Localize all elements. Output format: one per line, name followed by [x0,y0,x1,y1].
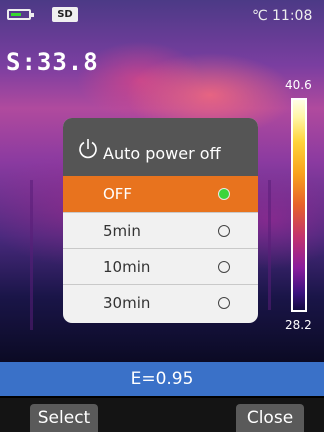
option-label: 30min [103,294,151,312]
power-icon [79,139,97,159]
option-off[interactable]: OFF [63,176,258,212]
select-button[interactable]: Select [30,404,98,432]
dialog-title: Auto power off [103,144,221,163]
battery-level [11,13,21,16]
close-button[interactable]: Close [236,404,304,432]
camera-screen: SD ℃ 11:08 S:33.8 40.6 28.2 Auto power o… [0,0,324,432]
option-5min[interactable]: 5min [63,212,258,248]
dialog-header: Auto power off [63,118,258,176]
radio-unselected[interactable] [218,225,230,237]
option-label: OFF [103,185,133,203]
auto-power-off-dialog: Auto power off OFF 5min 10min 30min [63,118,258,323]
radio-selected[interactable] [218,188,230,200]
radio-unselected[interactable] [218,297,230,309]
scale-max-value: 40.6 [285,78,312,92]
emissivity-readout: E=0.95 [0,362,324,396]
spot-temperature: S:33.8 [6,48,99,76]
color-scale-bar [291,98,307,312]
option-label: 5min [103,222,141,240]
clock: 11:08 [272,8,313,24]
scale-min-value: 28.2 [285,318,312,332]
softkey-bar: Select Close [0,398,324,432]
sd-card-icon: SD [52,7,78,22]
option-10min[interactable]: 10min [63,248,258,284]
temperature-unit: ℃ [252,8,268,24]
option-label: 10min [103,258,151,276]
option-30min[interactable]: 30min [63,284,258,320]
radio-unselected[interactable] [218,261,230,273]
battery-icon [7,9,34,20]
